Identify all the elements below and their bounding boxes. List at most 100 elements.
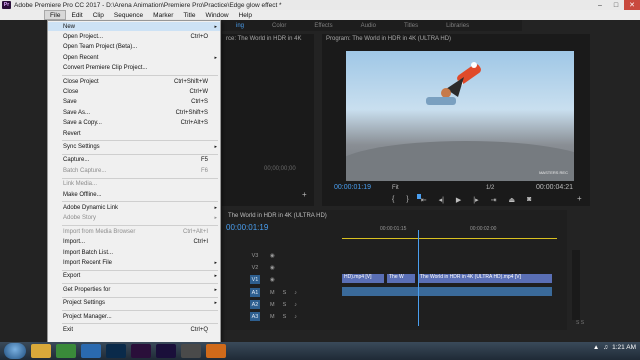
tab-libraries[interactable]: Libraries <box>432 23 483 29</box>
volume-icon[interactable]: ♫ <box>603 344 608 351</box>
menu-item-shortcut: F6 <box>200 167 208 174</box>
video-clip[interactable]: The World in HDR in 4K (ULTRA HD).mp4 [V… <box>418 274 552 283</box>
track-v2[interactable]: V2 ◉ <box>222 262 340 273</box>
file-menu-item-import-batch-list[interactable]: Import Batch List... <box>48 248 220 257</box>
file-menu-item-adobe-dynamic-link[interactable]: Adobe Dynamic Link ▸ <box>48 203 220 212</box>
export-frame-icon[interactable]: ◙ <box>527 196 531 204</box>
file-menu-item-export[interactable]: Export ▸ <box>48 272 220 281</box>
file-menu-item-get-properties-for[interactable]: Get Properties for ▸ <box>48 285 220 294</box>
track-v3[interactable]: V3 ◉ <box>222 250 340 261</box>
tab-editing[interactable]: ing <box>222 23 258 29</box>
file-menu-item-import[interactable]: Import... Ctrl+I <box>48 238 220 247</box>
file-menu-item-revert[interactable]: Revert <box>48 129 220 138</box>
vlc-icon[interactable] <box>206 344 226 358</box>
mark-out-icon[interactable]: } <box>406 196 408 204</box>
mic-icon[interactable]: ♪ <box>294 302 297 308</box>
timeline-title: The World in HDR in 4K (ULTRA HD) <box>228 213 327 219</box>
go-to-out-icon[interactable]: ⇥ <box>491 196 497 204</box>
menu-sequence[interactable]: Sequence <box>109 10 148 20</box>
minimize-button[interactable]: – <box>592 0 608 10</box>
toggle-output-icon[interactable]: ◉ <box>270 253 275 259</box>
fit-dropdown[interactable]: Fit <box>392 185 399 191</box>
file-menu-item-import-recent-file[interactable]: Import Recent File ▸ <box>48 258 220 267</box>
video-clip[interactable]: The W <box>387 274 415 283</box>
premiere-icon[interactable] <box>131 344 151 358</box>
menu-item-label: Convert Premiere Clip Project... <box>63 65 148 72</box>
audio-clip[interactable] <box>342 287 552 296</box>
step-back-icon[interactable]: ◂| <box>439 196 444 204</box>
menu-edit[interactable]: Edit <box>66 10 87 20</box>
file-menu-item-save-as[interactable]: Save As... Ctrl+Shift+S <box>48 108 220 117</box>
track-a3[interactable]: A3 M S ♪ <box>222 311 340 322</box>
tab-audio[interactable]: Audio <box>347 23 390 29</box>
file-menu-item-save[interactable]: Save Ctrl+S <box>48 98 220 107</box>
menu-separator <box>62 323 218 325</box>
menu-title[interactable]: Title <box>178 10 200 20</box>
menu-window[interactable]: Window <box>200 10 233 20</box>
program-add-icon[interactable]: + <box>577 194 582 203</box>
mute-icon[interactable]: M <box>270 302 275 308</box>
submenu-arrow-icon: ▸ <box>214 259 217 266</box>
start-button[interactable] <box>4 343 26 359</box>
file-menu-item-exit[interactable]: Exit Ctrl+Q <box>48 325 220 334</box>
tab-effects[interactable]: Effects <box>300 23 346 29</box>
tab-color[interactable]: Color <box>258 23 300 29</box>
menu-help[interactable]: Help <box>234 10 257 20</box>
close-window-button[interactable]: ✕ <box>624 0 640 10</box>
work-area-bar[interactable] <box>342 238 557 239</box>
aftereffects-icon[interactable] <box>156 344 176 358</box>
video-clip[interactable]: HD).mp4 [V] <box>342 274 384 283</box>
file-menu-item-close[interactable]: Close Ctrl+W <box>48 87 220 96</box>
menu-clip[interactable]: Clip <box>88 10 109 20</box>
go-to-in-icon[interactable]: ⇤ <box>421 196 427 204</box>
resolution-dropdown[interactable]: 1/2 <box>486 185 494 191</box>
track-label: V3 <box>251 252 259 259</box>
file-menu-item-project-settings[interactable]: Project Settings ▸ <box>48 299 220 308</box>
explorer-icon[interactable] <box>31 344 51 358</box>
timeline-ruler[interactable]: 00:00:01:15 00:00:02:00 <box>342 223 562 237</box>
mic-icon[interactable]: ♪ <box>294 290 297 296</box>
step-forward-icon[interactable]: |▸ <box>473 196 478 204</box>
file-menu-item-capture[interactable]: Capture... F5 <box>48 156 220 165</box>
tab-titles[interactable]: Titles <box>390 23 432 29</box>
file-menu-item-close-project[interactable]: Close Project Ctrl+Shift+W <box>48 77 220 86</box>
mark-in-icon[interactable]: { <box>392 196 394 204</box>
toggle-output-icon[interactable]: ◉ <box>270 277 275 283</box>
menu-marker[interactable]: Marker <box>148 10 178 20</box>
file-menu-item-sync-settings[interactable]: Sync Settings ▸ <box>48 142 220 151</box>
track-v1[interactable]: V1 ◉ <box>222 274 340 285</box>
program-video-frame[interactable]: MASTERS REC <box>346 51 574 181</box>
timeline-playhead[interactable] <box>418 230 419 326</box>
file-menu-item-open-project[interactable]: Open Project... Ctrl+O <box>48 32 220 41</box>
solo-icon[interactable]: S <box>283 290 287 296</box>
menu-item-label: Sync Settings <box>63 143 100 150</box>
lift-icon[interactable]: ⏏ <box>509 196 516 204</box>
maximize-button[interactable]: □ <box>608 0 624 10</box>
file-menu-item-save-a-copy[interactable]: Save a Copy... Ctrl+Alt+S <box>48 119 220 128</box>
track-a1[interactable]: A1 M S ♪ <box>222 287 340 298</box>
file-menu-item-new[interactable]: New ▸ <box>48 22 220 31</box>
mic-icon[interactable]: ♪ <box>294 314 297 320</box>
file-menu-item-project-manager[interactable]: Project Manager... <box>48 312 220 321</box>
menu-file[interactable]: File <box>44 10 67 20</box>
toggle-output-icon[interactable]: ◉ <box>270 265 275 271</box>
file-menu-item-make-offline[interactable]: Make Offline... <box>48 190 220 199</box>
mute-icon[interactable]: M <box>270 290 275 296</box>
timeline-timecode[interactable]: 00:00:01:19 <box>226 223 268 232</box>
program-timecode[interactable]: 00:00:01:19 <box>334 184 371 191</box>
media-icon[interactable] <box>181 344 201 358</box>
file-menu-item-open-team-project-beta[interactable]: Open Team Project (Beta)... <box>48 43 220 52</box>
photoshop-icon[interactable] <box>106 344 126 358</box>
file-menu-item-convert-premiere-clip-project[interactable]: Convert Premiere Clip Project... <box>48 64 220 73</box>
clock[interactable]: 1:21 AM <box>612 344 636 351</box>
mute-icon[interactable]: M <box>270 314 275 320</box>
source-add-icon[interactable]: + <box>302 190 307 199</box>
track-a2[interactable]: A2 M S ♪ <box>222 299 340 310</box>
chrome-icon[interactable] <box>56 344 76 358</box>
file-menu-item-open-recent[interactable]: Open Recent ▸ <box>48 53 220 62</box>
solo-icon[interactable]: S <box>283 302 287 308</box>
solo-icon[interactable]: S <box>283 314 287 320</box>
network-icon[interactable]: ▲ <box>593 344 599 351</box>
ie-icon[interactable] <box>81 344 101 358</box>
play-icon[interactable]: ▶ <box>456 196 461 204</box>
